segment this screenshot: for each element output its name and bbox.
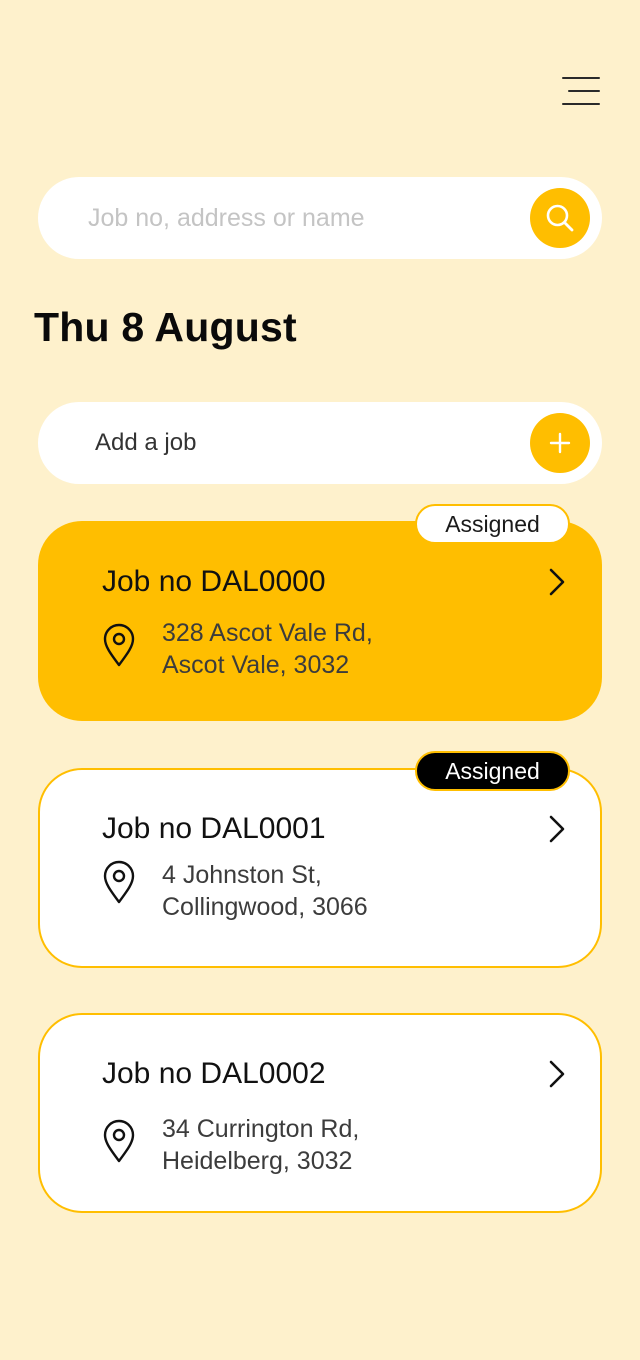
address-line1: 328 Ascot Vale Rd, (162, 619, 373, 647)
date-heading: Thu 8 August (34, 304, 297, 350)
job-title: Job no DAL0001 (102, 812, 326, 845)
add-job-button[interactable]: Add a job (38, 402, 602, 484)
status-badge: Assigned (415, 504, 570, 544)
search-bar (38, 177, 602, 259)
address-line2: Heidelberg, 3032 (162, 1147, 353, 1175)
job-title: Job no DAL0002 (102, 1057, 326, 1090)
hamburger-menu-icon[interactable] (560, 74, 600, 108)
address-line1: 34 Currington Rd, (162, 1115, 360, 1143)
job-address: 328 Ascot Vale Rd, Ascot Vale, 3032 (162, 617, 373, 681)
search-icon (546, 204, 574, 232)
job-address: 4 Johnston St, Collingwood, 3066 (162, 859, 368, 923)
job-card[interactable]: Job no DAL0001 4 Johnston St, Collingwoo… (38, 768, 602, 968)
add-job-label: Add a job (95, 429, 197, 456)
chevron-right-icon[interactable] (546, 1059, 568, 1089)
add-job-plus-button[interactable] (530, 413, 590, 473)
chevron-right-icon[interactable] (546, 567, 568, 597)
search-button[interactable] (530, 188, 590, 248)
status-badge: Assigned (415, 751, 570, 791)
address-line1: 4 Johnston St, (162, 861, 322, 889)
location-pin-icon (103, 860, 135, 904)
job-list-screen: Thu 8 August Add a job Job no DAL0000 32… (0, 0, 640, 1360)
search-input[interactable] (88, 177, 508, 259)
chevron-right-icon[interactable] (546, 814, 568, 844)
address-line2: Ascot Vale, 3032 (162, 651, 350, 679)
address-line2: Collingwood, 3066 (162, 893, 368, 921)
job-card[interactable]: Job no DAL0000 328 Ascot Vale Rd, Ascot … (38, 521, 602, 721)
plus-icon (549, 432, 571, 454)
job-card[interactable]: Job no DAL0002 34 Currington Rd, Heidelb… (38, 1013, 602, 1213)
location-pin-icon (103, 623, 135, 667)
location-pin-icon (103, 1119, 135, 1163)
job-address: 34 Currington Rd, Heidelberg, 3032 (162, 1113, 359, 1177)
job-title: Job no DAL0000 (102, 565, 326, 598)
